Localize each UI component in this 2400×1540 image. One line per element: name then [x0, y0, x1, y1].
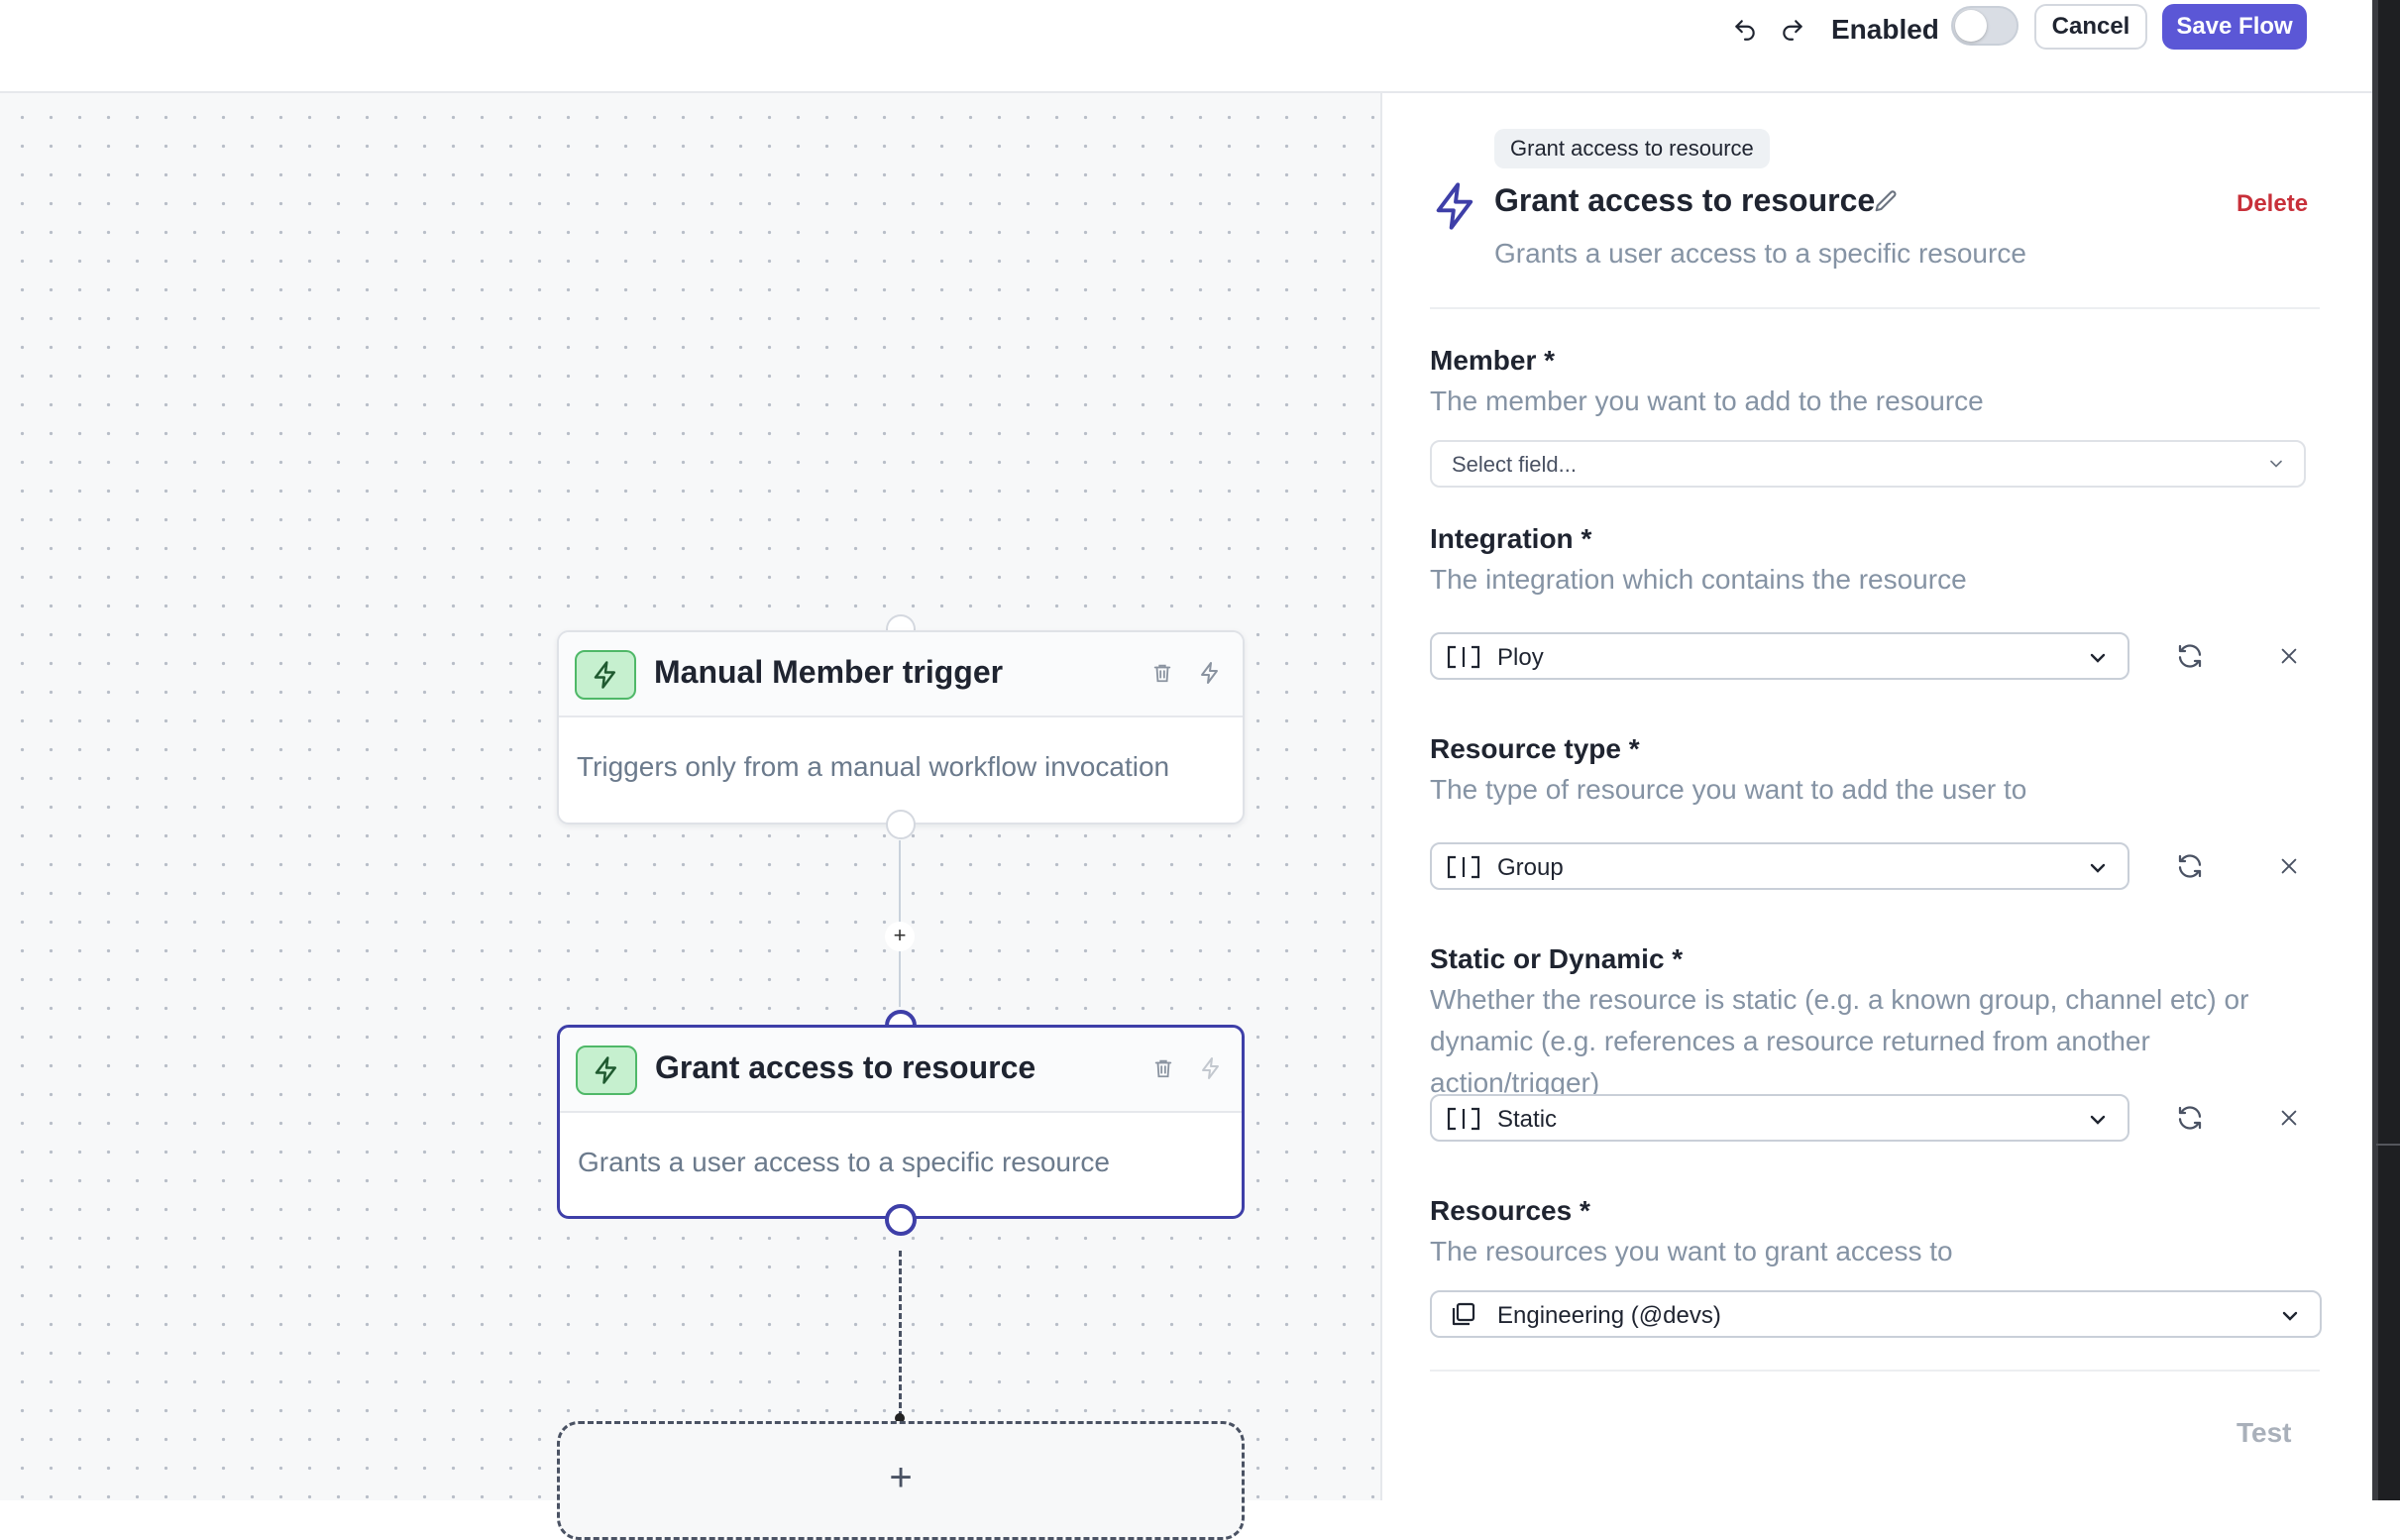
- redo-icon: [1783, 20, 1802, 41]
- toggle-knob: [1955, 10, 1987, 42]
- trigger-node-header: Manual Member trigger: [559, 632, 1243, 717]
- window-edge: [2372, 0, 2400, 1500]
- trash-icon: [1153, 664, 1171, 683]
- static-dynamic-value: Static: [1497, 1106, 1558, 1133]
- lightning-bolt-icon: [1436, 182, 1473, 230]
- action-delete-button[interactable]: [1148, 1051, 1178, 1085]
- integration-clear-button[interactable]: [2269, 636, 2309, 676]
- close-icon: [2281, 1110, 2297, 1126]
- add-node-placeholder[interactable]: +: [557, 1421, 1245, 1540]
- trigger-node[interactable]: Manual Member trigger Triggers only from…: [557, 630, 1245, 825]
- resources-select[interactable]: Engineering (@devs): [1430, 1290, 2322, 1338]
- action-test-button[interactable]: [1196, 1051, 1226, 1085]
- panel-title: Grant access to resource: [1494, 182, 1876, 218]
- resource-type-value: Group: [1497, 854, 1564, 881]
- member-select[interactable]: Select field...: [1430, 440, 2306, 488]
- trigger-node-icon: [575, 650, 636, 700]
- chevron-down-icon: [2270, 460, 2282, 468]
- static-dynamic-select[interactable]: Static: [1430, 1094, 2129, 1142]
- static-dynamic-label: Static or Dynamic *: [1430, 943, 1684, 974]
- refresh-icon: [2178, 1106, 2202, 1130]
- redo-button[interactable]: [1773, 10, 1812, 50]
- test-button[interactable]: Test: [2236, 1417, 2292, 1449]
- window-edge-mark: [2376, 1144, 2400, 1146]
- resources-help: The resources you want to grant access t…: [1430, 1236, 1953, 1266]
- cancel-button[interactable]: Cancel: [2034, 4, 2147, 50]
- flow-canvas[interactable]: Manual Member trigger Triggers only from…: [0, 93, 1380, 1540]
- member-label: Member *: [1430, 345, 1556, 376]
- delete-step-button[interactable]: Delete: [2236, 190, 2308, 218]
- resources-label: Resources *: [1430, 1195, 1590, 1226]
- trigger-node-description: Triggers only from a manual workflow inv…: [577, 751, 1170, 782]
- resource-type-refresh-button[interactable]: [2170, 846, 2210, 886]
- window-edge-inner: [2372, 0, 2378, 1500]
- lightning-bolt-icon: [1202, 1057, 1219, 1079]
- variable-bracket-icon: [1447, 645, 1480, 669]
- step-config-panel: Grant access to resource Grant access to…: [1380, 93, 2372, 1500]
- static-dynamic-refresh-button[interactable]: [2170, 1098, 2210, 1138]
- lightning-bolt-icon: [1201, 662, 1218, 684]
- chevron-down-icon: [2090, 1115, 2106, 1125]
- refresh-icon: [2178, 854, 2202, 878]
- enabled-toggle[interactable]: [1951, 6, 2018, 46]
- edit-title-button[interactable]: [1872, 188, 1900, 216]
- member-select-placeholder: Select field...: [1452, 452, 1577, 477]
- divider: [1430, 307, 2320, 309]
- resource-type-clear-button[interactable]: [2269, 846, 2309, 886]
- divider: [1430, 1370, 2320, 1372]
- close-icon: [2281, 858, 2297, 874]
- step-type-badge: Grant access to resource: [1494, 129, 1770, 168]
- undo-icon: [1735, 20, 1755, 41]
- lightning-bolt-icon: [595, 1056, 616, 1084]
- trash-icon: [1154, 1059, 1172, 1078]
- variable-bracket-icon: [1447, 855, 1480, 879]
- integration-refresh-button[interactable]: [2170, 636, 2210, 676]
- trigger-delete-button[interactable]: [1147, 656, 1177, 690]
- panel-description: Grants a user access to a specific resou…: [1494, 238, 2026, 269]
- integration-select[interactable]: Ploy: [1430, 632, 2129, 680]
- action-node-title: Grant access to resource: [655, 1049, 1036, 1085]
- resource-type-label: Resource type *: [1430, 733, 1640, 764]
- add-step-button[interactable]: +: [885, 922, 915, 951]
- close-icon: [2281, 648, 2297, 664]
- enabled-label: Enabled: [1831, 14, 1939, 45]
- member-help: The member you want to add to the resour…: [1430, 385, 1984, 416]
- refresh-icon: [2178, 644, 2202, 668]
- static-dynamic-clear-button[interactable]: [2269, 1098, 2309, 1138]
- resource-type-select[interactable]: Group: [1430, 842, 2129, 890]
- action-node-description: Grants a user access to a specific resou…: [578, 1147, 1110, 1177]
- trigger-test-button[interactable]: [1195, 656, 1225, 690]
- resources-value: Engineering (@devs): [1497, 1302, 1721, 1329]
- resource-type-help: The type of resource you want to add the…: [1430, 774, 2027, 805]
- action-node-selected[interactable]: Grant access to resource Grants a user a…: [557, 1025, 1245, 1219]
- action-node-icon: [576, 1045, 637, 1095]
- save-flow-button[interactable]: Save Flow: [2162, 4, 2307, 50]
- copy-icon: [1452, 1302, 1475, 1326]
- action-output-handle[interactable]: [885, 1204, 917, 1236]
- pencil-icon: [1875, 190, 1897, 212]
- integration-help: The integration which contains the resou…: [1430, 564, 1967, 595]
- trigger-node-title: Manual Member trigger: [654, 654, 1004, 690]
- lightning-bolt-icon: [594, 661, 615, 689]
- dashed-connector: [899, 1251, 902, 1417]
- top-toolbar: Enabled Cancel Save Flow: [0, 0, 2372, 93]
- chevron-down-icon: [2282, 1311, 2298, 1321]
- chevron-down-icon: [2090, 863, 2106, 873]
- static-dynamic-help: Whether the resource is static (e.g. a k…: [1430, 984, 2249, 1098]
- chevron-down-icon: [2090, 653, 2106, 663]
- action-node-header: Grant access to resource: [560, 1028, 1242, 1113]
- integration-value: Ploy: [1497, 644, 1544, 671]
- trigger-output-handle[interactable]: [886, 810, 916, 839]
- plus-icon: +: [889, 1456, 913, 1499]
- integration-label: Integration *: [1430, 523, 1592, 554]
- variable-bracket-icon: [1447, 1107, 1480, 1131]
- undo-button[interactable]: [1725, 10, 1765, 50]
